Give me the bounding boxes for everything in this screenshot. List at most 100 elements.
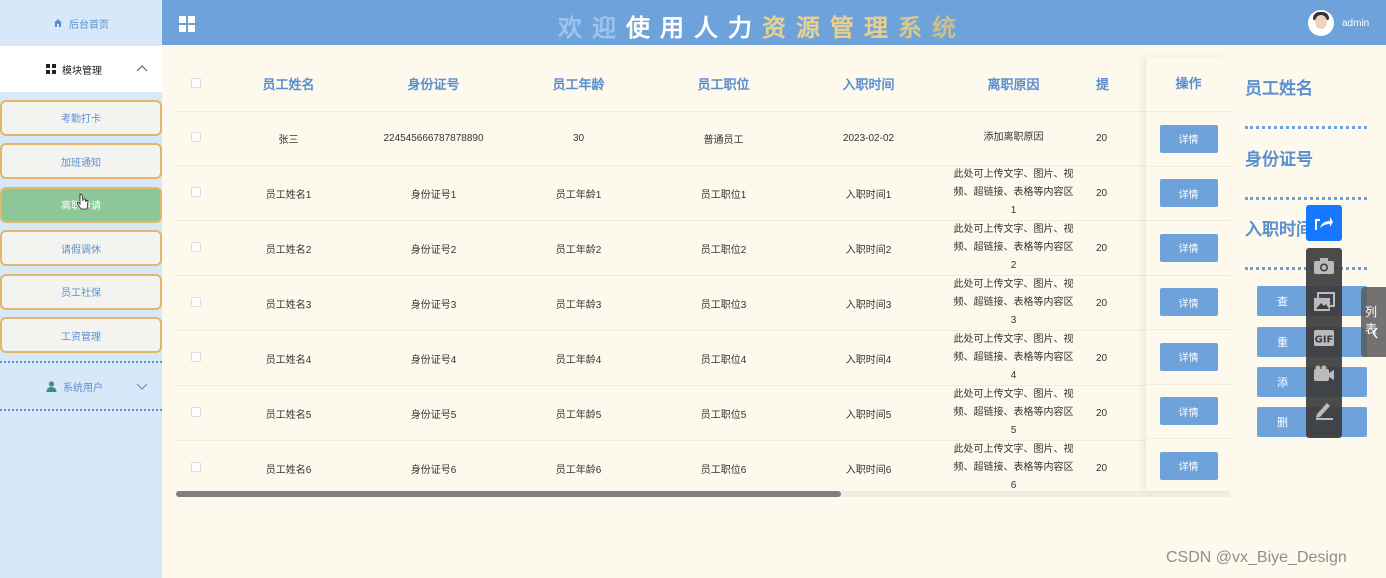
cell-id: 身份证号3 bbox=[361, 275, 506, 331]
module-label: 模块管理 bbox=[62, 65, 102, 77]
horizontal-scrollbar[interactable] bbox=[176, 491, 1231, 497]
sidebar-item-social-security[interactable]: 员工社保 bbox=[0, 273, 162, 310]
cell-position: 员工职位6 bbox=[651, 440, 796, 491]
cell-name: 员工姓名1 bbox=[216, 165, 361, 221]
title-char: 理 bbox=[864, 15, 898, 42]
sidebar-item-system-users[interactable]: 系统用户 bbox=[0, 363, 162, 409]
cell-age: 30 bbox=[506, 110, 651, 166]
cell-reason: 此处可上传文字、图片、视频、超链接、表格等内容区6 bbox=[941, 440, 1086, 491]
detail-button[interactable]: 详情 bbox=[1159, 451, 1218, 480]
select-all-checkbox[interactable] bbox=[191, 78, 201, 89]
cell-position: 普通员工 bbox=[651, 110, 796, 166]
cell-position: 员工职位5 bbox=[651, 385, 796, 441]
username[interactable]: admin bbox=[1342, 18, 1369, 29]
column-header[interactable]: 入职时间 bbox=[796, 57, 941, 111]
video-icon[interactable] bbox=[1306, 356, 1342, 392]
cell-age: 员工年龄3 bbox=[506, 275, 651, 331]
sidebar-home[interactable]: 后台首页 bbox=[0, 0, 162, 46]
sidebar-item-label: 员工社保 bbox=[61, 288, 101, 299]
cell-id: 身份证号4 bbox=[361, 330, 506, 386]
scrollbar-thumb[interactable] bbox=[176, 491, 841, 497]
row-checkbox[interactable] bbox=[191, 461, 201, 472]
table-row[interactable]: 员工姓名4 身份证号4 员工年龄4 员工职位4 入职时间4 此处可上传文字、图片、视频、超… bbox=[176, 330, 1146, 386]
screenshot-icon[interactable] bbox=[1306, 284, 1342, 320]
top-header: 欢迎使用人力资源管理系统 admin bbox=[162, 0, 1386, 45]
column-header[interactable]: 员工年龄 bbox=[506, 57, 651, 111]
table-row[interactable]: 员工姓名6 身份证号6 员工年龄6 员工职位6 入职时间6 此处可上传文字、图片、视频、超… bbox=[176, 440, 1146, 491]
row-checkbox[interactable] bbox=[191, 296, 201, 307]
row-checkbox[interactable] bbox=[191, 186, 201, 197]
data-table: 员工姓名 身份证号 员工年龄 员工职位 入职时间 离职原因 提 张三 224545… bbox=[176, 57, 1146, 491]
column-header[interactable]: 员工姓名 bbox=[216, 57, 361, 111]
cell-age: 员工年龄5 bbox=[506, 385, 651, 441]
cell-reason: 此处可上传文字、图片、视频、超链接、表格等内容区1 bbox=[941, 165, 1086, 221]
cell-id: 身份证号1 bbox=[361, 165, 506, 221]
cell-reason: 此处可上传文字、图片、视频、超链接、表格等内容区5 bbox=[941, 385, 1086, 441]
title-char: 管 bbox=[830, 15, 864, 42]
cell-name: 员工姓名5 bbox=[216, 385, 361, 441]
detail-button[interactable]: 详情 bbox=[1159, 124, 1218, 153]
page-title: 欢迎使用人力资源管理系统 bbox=[558, 8, 966, 43]
chevron-down-icon bbox=[136, 383, 148, 390]
sidebar-item-leave[interactable]: 请假调休 bbox=[0, 230, 162, 266]
cell-position: 员工职位3 bbox=[651, 275, 796, 331]
detail-button[interactable]: 详情 bbox=[1159, 233, 1218, 262]
op-cell: 详情 bbox=[1146, 165, 1231, 221]
home-label: 后台首页 bbox=[69, 19, 109, 31]
sidebar-item-attendance[interactable]: 考勤打卡 bbox=[0, 99, 162, 136]
title-char: 系 bbox=[898, 15, 932, 42]
cell-name: 张三 bbox=[216, 110, 361, 166]
column-header[interactable]: 提 bbox=[1086, 57, 1146, 111]
menu-grid-icon[interactable] bbox=[179, 16, 195, 32]
cell-reason: 添加离职原因 bbox=[941, 110, 1086, 166]
pen-icon[interactable] bbox=[1306, 392, 1342, 428]
cell-date: 入职时间2 bbox=[796, 220, 941, 276]
detail-button[interactable]: 详情 bbox=[1159, 342, 1218, 371]
cell-id: 224545666787878890 bbox=[361, 110, 506, 166]
row-checkbox[interactable] bbox=[191, 241, 201, 252]
cell-age: 员工年龄4 bbox=[506, 330, 651, 386]
column-header[interactable]: 员工职位 bbox=[651, 57, 796, 111]
sidebar-item-overtime[interactable]: 加班通知 bbox=[0, 143, 162, 179]
column-header[interactable]: 离职原因 bbox=[941, 57, 1086, 111]
table-row[interactable]: 员工姓名2 身份证号2 员工年龄2 员工职位2 入职时间2 此处可上传文字、图片、视频、超… bbox=[176, 220, 1146, 276]
cell-name: 员工姓名6 bbox=[216, 440, 361, 491]
cell-position: 员工职位1 bbox=[651, 165, 796, 221]
avatar[interactable] bbox=[1308, 10, 1334, 36]
table-row[interactable]: 员工姓名3 身份证号3 员工年龄3 员工职位3 入职时间3 此处可上传文字、图片、视频、超… bbox=[176, 275, 1146, 331]
search-input-id[interactable] bbox=[1245, 197, 1367, 200]
share-icon[interactable] bbox=[1306, 205, 1342, 241]
cell-date: 入职时间6 bbox=[796, 440, 941, 491]
row-checkbox[interactable] bbox=[191, 406, 201, 417]
search-label-name: 员工姓名 bbox=[1245, 79, 1313, 98]
row-checkbox[interactable] bbox=[191, 131, 201, 142]
detail-button[interactable]: 详情 bbox=[1159, 288, 1218, 317]
table-row[interactable]: 员工姓名1 身份证号1 员工年龄1 员工职位1 入职时间1 此处可上传文字、图片、视频、超… bbox=[176, 165, 1146, 221]
cell-extra: 20 bbox=[1086, 110, 1146, 166]
op-cell: 详情 bbox=[1146, 438, 1231, 493]
row-checkbox[interactable] bbox=[191, 351, 201, 362]
camera-icon[interactable] bbox=[1306, 248, 1342, 284]
module-menu-header[interactable]: 模块管理 bbox=[0, 46, 162, 92]
table-row[interactable]: 员工姓名5 身份证号5 员工年龄5 员工职位5 入职时间5 此处可上传文字、图片、视频、超… bbox=[176, 385, 1146, 441]
detail-button[interactable]: 详情 bbox=[1159, 179, 1218, 208]
title-char: 用 bbox=[660, 15, 694, 42]
title-char: 资 bbox=[762, 15, 796, 42]
cell-name: 员工姓名4 bbox=[216, 330, 361, 386]
search-label-id: 身份证号 bbox=[1245, 150, 1313, 169]
search-input-name[interactable] bbox=[1245, 126, 1367, 129]
cell-extra: 20 bbox=[1086, 330, 1146, 386]
title-char: 力 bbox=[728, 15, 762, 42]
detail-button[interactable]: 详情 bbox=[1159, 397, 1218, 426]
title-char: 统 bbox=[932, 15, 966, 42]
cell-id: 身份证号5 bbox=[361, 385, 506, 441]
list-side-tab[interactable]: 列表 bbox=[1361, 287, 1386, 357]
column-header[interactable]: 身份证号 bbox=[361, 57, 506, 111]
cell-age: 员工年龄1 bbox=[506, 165, 651, 221]
table-row[interactable]: 张三 224545666787878890 30 普通员工 2023-02-02 添加离职… bbox=[176, 110, 1146, 166]
sidebar-item-salary[interactable]: 工资管理 bbox=[0, 317, 162, 353]
gif-icon[interactable]: GIF bbox=[1306, 320, 1342, 356]
sidebar-item-label: 加班通知 bbox=[61, 157, 101, 169]
cell-id: 身份证号2 bbox=[361, 220, 506, 276]
cell-date: 入职时间3 bbox=[796, 275, 941, 331]
